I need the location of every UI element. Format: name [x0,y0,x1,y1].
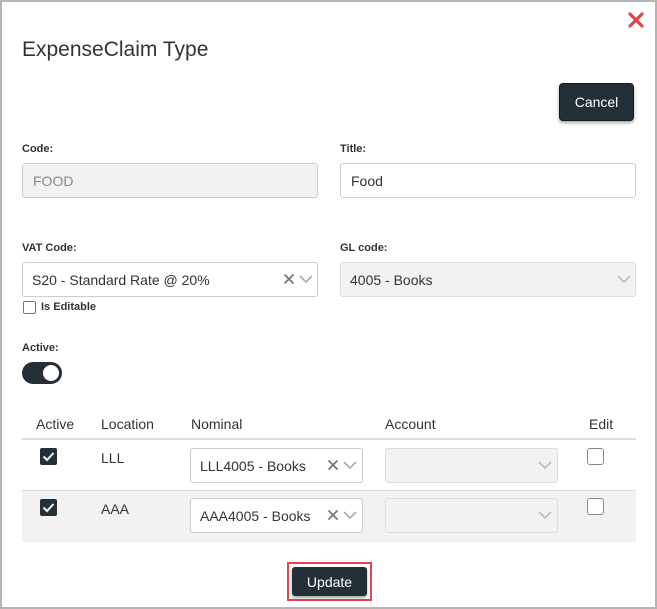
chevron-down-icon[interactable] [299,274,313,284]
chevron-down-icon[interactable] [617,274,631,284]
close-icon[interactable] [626,10,646,30]
col-header-account: Account [385,416,436,432]
row-location: AAA [101,501,130,517]
chevron-down-icon[interactable] [538,460,552,470]
col-header-active: Active [36,416,75,432]
toggle-knob [43,365,59,381]
row-nominal-value: AAA4005 - Books [200,508,311,524]
vat-code-select[interactable]: S20 - Standard Rate @ 20% [22,262,318,297]
row-active-checkbox[interactable] [40,499,57,516]
gl-code-value: 4005 - Books [350,272,433,288]
col-header-location: Location [101,416,154,432]
clear-icon[interactable] [283,273,295,285]
row-location: LLL [101,450,125,466]
title-field[interactable] [340,163,636,198]
col-header-nominal: Nominal [191,416,243,432]
row-account-select[interactable] [385,498,558,533]
row-account-select[interactable] [385,448,558,483]
checkmark-icon [42,452,55,462]
is-editable-checkbox[interactable] [23,301,36,314]
code-field[interactable] [22,163,318,198]
cancel-button[interactable]: Cancel [559,83,634,121]
is-editable-label: Is Editable [41,301,97,313]
active-label: Active: [22,342,59,354]
update-button-highlight: Update [287,562,372,601]
gl-code-label: GL code: [340,242,388,254]
title-label: Title: [340,143,367,155]
vat-code-value: S20 - Standard Rate @ 20% [32,272,210,288]
gl-code-select[interactable]: 4005 - Books [340,262,636,297]
col-header-edit: Edit [589,416,614,432]
row-active-checkbox[interactable] [40,448,57,465]
chevron-down-icon[interactable] [343,510,357,520]
chevron-down-icon[interactable] [343,460,357,470]
code-label: Code: [22,143,54,155]
row-edit-checkbox[interactable] [587,448,604,465]
row-nominal-select[interactable]: AAA4005 - Books [190,498,363,533]
update-button[interactable]: Update [292,567,367,596]
clear-icon[interactable] [327,509,339,521]
row-nominal-select[interactable]: LLL4005 - Books [190,448,363,483]
row-edit-checkbox[interactable] [587,498,604,515]
chevron-down-icon[interactable] [538,510,552,520]
vat-code-label: VAT Code: [22,242,77,254]
active-toggle[interactable] [22,362,62,384]
clear-icon[interactable] [327,459,339,471]
expense-claim-type-dialog: ExpenseClaim Type Cancel Code: Title: VA… [0,0,657,609]
row-nominal-value: LLL4005 - Books [200,458,306,474]
dialog-title: ExpenseClaim Type [22,38,209,61]
checkmark-icon [42,503,55,513]
